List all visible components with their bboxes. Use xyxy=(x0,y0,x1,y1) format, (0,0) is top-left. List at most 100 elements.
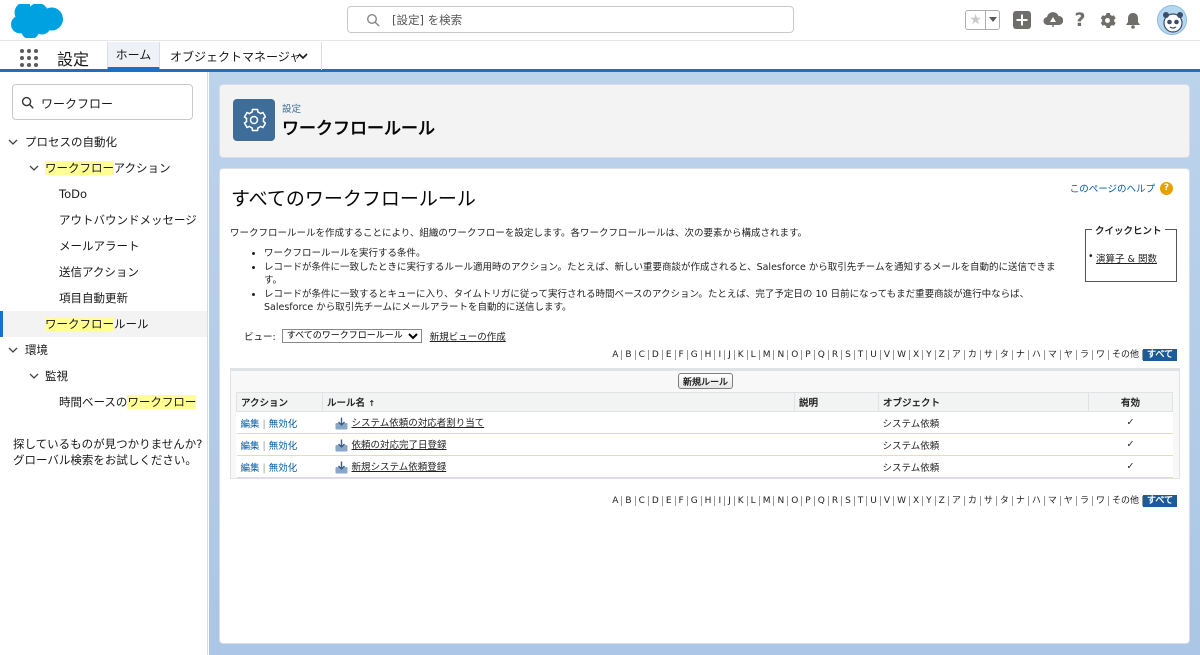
alphabet-filter-item[interactable]: タ xyxy=(997,350,1013,360)
chevron-down-icon[interactable] xyxy=(29,371,39,381)
download-icon[interactable] xyxy=(335,461,348,474)
create-new-view-link[interactable]: 新規ビューの作成 xyxy=(430,329,506,343)
tree-item-todo[interactable]: ToDo xyxy=(0,181,207,207)
alphabet-filter-item[interactable]: E xyxy=(663,496,676,506)
tree-item-environment[interactable]: 環境 xyxy=(0,337,207,363)
alphabet-filter-item[interactable]: P xyxy=(802,496,815,506)
alphabet-filter-item[interactable]: マ xyxy=(1045,350,1061,360)
alphabet-filter-item[interactable]: R xyxy=(829,350,843,360)
favorite-star-icon[interactable]: ★ xyxy=(966,11,985,29)
alphabet-filter-item[interactable]: C xyxy=(636,496,649,506)
alphabet-filter-item[interactable]: Q xyxy=(815,350,829,360)
alphabet-filter-item[interactable]: ハ xyxy=(1029,496,1045,506)
chevron-down-icon[interactable] xyxy=(8,345,18,355)
tree-item-time-based-workflow[interactable]: 時間ベースのワークフロー xyxy=(0,389,207,415)
tree-item-monitoring[interactable]: 監視 xyxy=(0,363,207,389)
col-rule-name[interactable]: ルール名 ↑ xyxy=(322,392,795,412)
rule-name-link[interactable]: 新規システム依頼登録 xyxy=(352,462,447,473)
alphabet-filter-item[interactable]: H xyxy=(702,350,716,360)
alphabet-filter-item[interactable]: V xyxy=(881,496,895,506)
alphabet-filter-item[interactable]: サ xyxy=(981,350,997,360)
operators-functions-link[interactable]: 演算子 & 関数 xyxy=(1088,251,1157,265)
global-search-input[interactable] xyxy=(392,11,782,29)
edit-link[interactable]: 編集 xyxy=(241,441,260,452)
alphabet-filter-item[interactable]: G xyxy=(688,496,702,506)
alphabet-filter-item[interactable]: Q xyxy=(815,496,829,506)
breadcrumb[interactable]: 設定 xyxy=(282,101,301,115)
alphabet-filter-item[interactable]: カ xyxy=(965,496,981,506)
alphabet-filter-item[interactable]: I xyxy=(715,350,726,360)
alphabet-filter-item[interactable]: U xyxy=(867,496,881,506)
alphabet-filter-item[interactable]: N xyxy=(774,350,789,360)
alphabet-filter-item[interactable]: ワ xyxy=(1093,496,1109,506)
alphabet-filter-item[interactable]: J xyxy=(725,496,735,506)
download-icon[interactable] xyxy=(335,417,348,430)
alphabet-filter-item[interactable]: マ xyxy=(1045,496,1061,506)
alphabet-filter-item[interactable]: S xyxy=(842,350,855,360)
alphabet-filter-item[interactable]: Z xyxy=(936,496,949,506)
deactivate-link[interactable]: 無効化 xyxy=(269,463,298,474)
help-question-icon[interactable]: ? xyxy=(1070,9,1090,31)
alphabet-filter-item[interactable]: T xyxy=(855,496,868,506)
alphabet-filter-item[interactable]: X xyxy=(910,496,924,506)
chevron-down-icon[interactable] xyxy=(8,137,18,147)
setup-gear-icon[interactable] xyxy=(1097,10,1117,30)
alphabet-filter-item[interactable]: ワ xyxy=(1093,350,1109,360)
alphabet-filter-item[interactable]: C xyxy=(636,350,649,360)
salesforce-logo-icon[interactable] xyxy=(11,4,63,38)
alphabet-filter-item[interactable]: X xyxy=(910,350,924,360)
tree-item-workflow-actions[interactable]: ワークフローアクション xyxy=(0,155,207,181)
help-for-page-link[interactable]: このページのヘルプ ? xyxy=(1070,181,1173,195)
user-avatar[interactable] xyxy=(1157,5,1187,35)
tree-item-email-alert[interactable]: メールアラート xyxy=(0,233,207,259)
alphabet-filter-item[interactable]: M xyxy=(760,350,775,360)
alphabet-filter-item[interactable]: すべて xyxy=(1142,349,1177,361)
alphabet-filter-item[interactable]: E xyxy=(663,350,676,360)
alphabet-filter-item[interactable]: B xyxy=(622,496,636,506)
download-icon[interactable] xyxy=(335,439,348,452)
tab-home[interactable]: ホーム xyxy=(107,42,160,70)
rule-name-link[interactable]: 依頼の対応完了日登録 xyxy=(352,440,447,451)
alphabet-filter-item[interactable]: Y xyxy=(923,350,936,360)
alphabet-filter-item[interactable]: その他 xyxy=(1109,496,1143,506)
alphabet-filter-item[interactable]: W xyxy=(894,496,910,506)
alphabet-filter-item[interactable]: J xyxy=(725,350,735,360)
alphabet-filter-item[interactable]: S xyxy=(842,496,855,506)
deactivate-link[interactable]: 無効化 xyxy=(269,441,298,452)
alphabet-filter-item[interactable]: F xyxy=(676,496,688,506)
tree-item-outbound-message[interactable]: アウトバウンドメッセージ xyxy=(0,207,207,233)
edit-link[interactable]: 編集 xyxy=(241,419,260,430)
chevron-down-icon[interactable] xyxy=(29,163,39,173)
alphabet-filter-item[interactable]: その他 xyxy=(1109,350,1143,360)
alphabet-filter-item[interactable]: T xyxy=(855,350,868,360)
alphabet-filter-item[interactable]: すべて xyxy=(1142,495,1177,507)
new-rule-button[interactable]: 新規ルール xyxy=(678,373,733,389)
alphabet-filter-item[interactable]: D xyxy=(649,496,663,506)
view-select[interactable]: すべてのワークフロールール xyxy=(281,329,422,343)
alphabet-filter-item[interactable]: R xyxy=(829,496,843,506)
tab-object-manager[interactable]: オブジェクトマネージャ xyxy=(160,42,322,70)
alphabet-filter-item[interactable]: タ xyxy=(997,496,1013,506)
alphabet-filter-item[interactable]: ア xyxy=(949,496,965,506)
alphabet-filter-item[interactable]: Y xyxy=(923,496,936,506)
alphabet-filter-item[interactable]: ナ xyxy=(1013,496,1029,506)
edit-link[interactable]: 編集 xyxy=(241,463,260,474)
alphabet-filter-item[interactable]: ヤ xyxy=(1061,350,1077,360)
deactivate-link[interactable]: 無効化 xyxy=(269,419,298,430)
app-launcher-icon[interactable] xyxy=(20,49,38,67)
tree-item-process-automation[interactable]: プロセスの自動化 xyxy=(0,129,207,155)
alphabet-filter-item[interactable]: ラ xyxy=(1077,350,1093,360)
alphabet-filter-item[interactable]: ハ xyxy=(1029,350,1045,360)
alphabet-filter-item[interactable]: I xyxy=(715,496,726,506)
alphabet-filter-item[interactable]: ア xyxy=(949,350,965,360)
tree-item-send-action[interactable]: 送信アクション xyxy=(0,259,207,285)
alphabet-filter-item[interactable]: M xyxy=(760,496,775,506)
quick-find[interactable] xyxy=(12,84,193,120)
alphabet-filter-item[interactable]: ヤ xyxy=(1061,496,1077,506)
alphabet-filter-item[interactable]: K xyxy=(735,350,748,360)
alphabet-filter-item[interactable]: A xyxy=(609,350,623,360)
alphabet-filter-item[interactable]: ナ xyxy=(1013,350,1029,360)
alphabet-filter-item[interactable]: カ xyxy=(965,350,981,360)
alphabet-filter-item[interactable]: H xyxy=(702,496,716,506)
tree-item-field-update[interactable]: 項目自動更新 xyxy=(0,285,207,311)
